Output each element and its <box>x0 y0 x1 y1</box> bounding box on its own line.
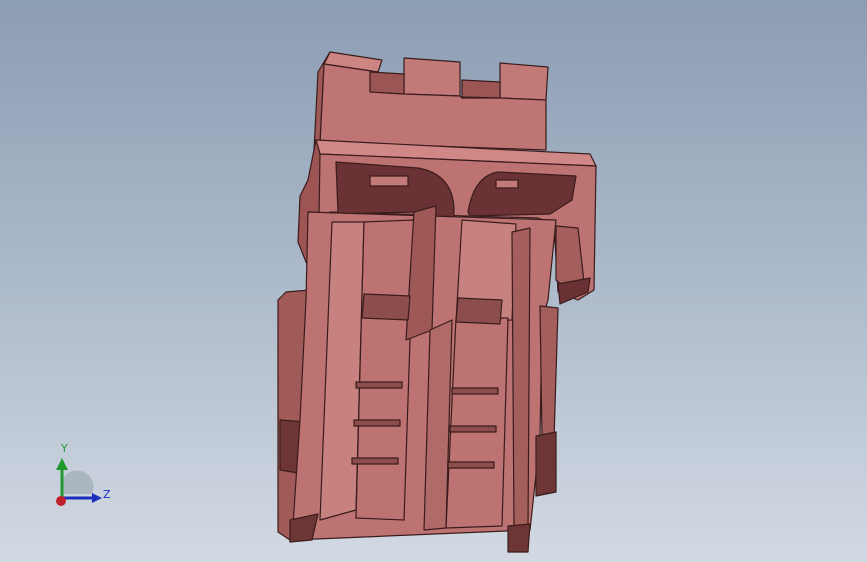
x-axis-dot-icon <box>56 496 66 506</box>
rib-right-1 <box>451 387 499 395</box>
y-arrow-icon <box>56 458 68 470</box>
channel-left-floor <box>355 219 415 521</box>
bottom-right-notch <box>507 523 531 553</box>
body-right-lower-tab <box>535 431 557 497</box>
latch-block-left <box>361 293 411 321</box>
cavity-right-slot <box>495 179 519 189</box>
cavity-left-slot <box>369 175 409 187</box>
y-axis-label: Y <box>61 442 68 455</box>
rib-left-3 <box>351 457 399 465</box>
top-notch-left <box>369 71 405 95</box>
top-tab-center <box>403 57 461 97</box>
rib-left-2 <box>353 419 401 427</box>
connector-housing-model[interactable] <box>0 0 867 562</box>
triad-axes-icon <box>56 458 102 506</box>
coordinate-triad: Y Z <box>44 438 124 518</box>
rib-right-3 <box>447 461 495 469</box>
channel-right-floor <box>445 317 509 529</box>
rib-left-1 <box>355 381 403 389</box>
top-notch-right <box>461 79 501 99</box>
graphics-viewport[interactable]: Y Z <box>0 0 867 562</box>
latch-block-right <box>455 297 503 325</box>
triad-plane-icon <box>62 470 94 494</box>
body-right-side <box>539 305 559 441</box>
top-tab-right <box>499 62 549 101</box>
z-axis-label: Z <box>103 488 111 501</box>
rib-right-2 <box>449 425 497 433</box>
channel-right-wall <box>511 227 531 531</box>
z-arrow-icon <box>92 493 102 503</box>
